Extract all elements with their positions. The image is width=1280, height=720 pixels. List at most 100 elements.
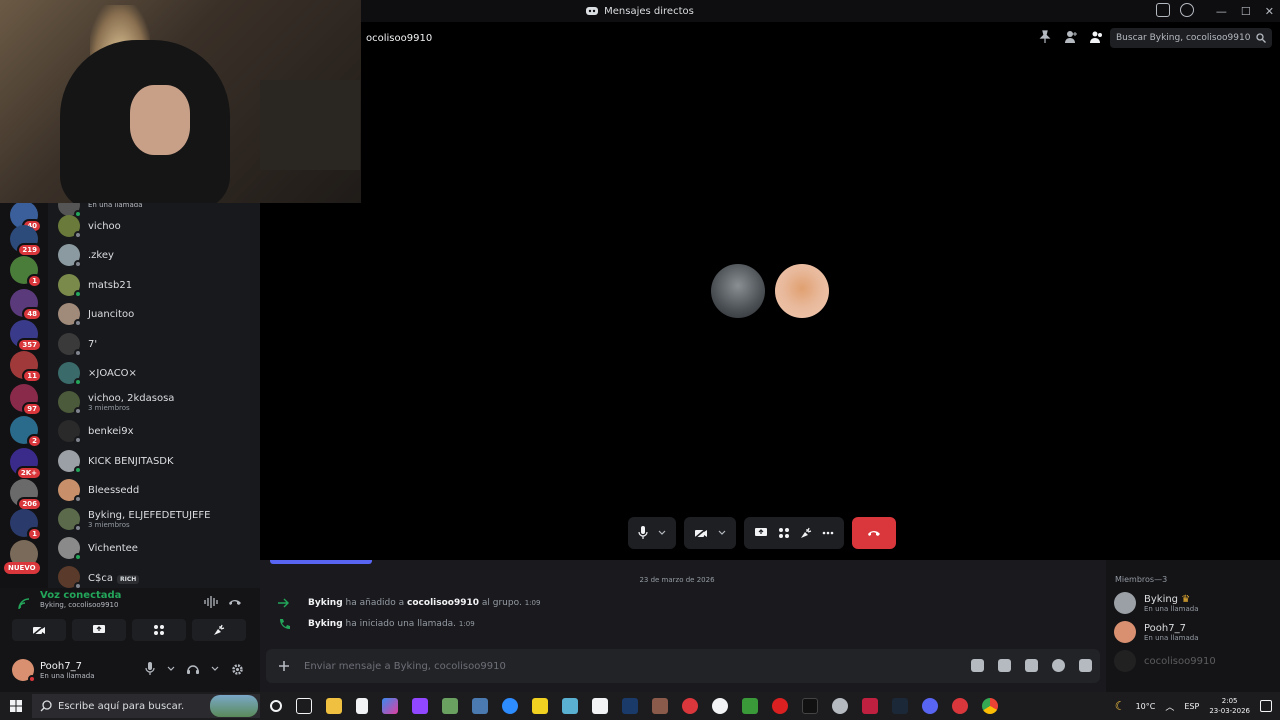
microphone-icon[interactable] (145, 662, 155, 676)
capcut-icon[interactable] (592, 698, 608, 714)
user-panel[interactable]: Pooh7_7 En una llamada (6, 654, 254, 686)
settings-gear-icon[interactable] (231, 663, 244, 676)
server-icon[interactable]: 97 (10, 384, 42, 416)
file-explorer-icon[interactable] (326, 698, 342, 714)
dm-item[interactable]: Bleessedd (52, 476, 252, 504)
app-icon[interactable] (472, 698, 488, 714)
sticky-notes-icon[interactable] (532, 698, 548, 714)
minimize-button[interactable]: — (1216, 5, 1227, 18)
camera-control[interactable] (684, 517, 736, 549)
app-icon[interactable] (622, 698, 638, 714)
activities-icon[interactable] (778, 527, 790, 539)
maximize-button[interactable]: ☐ (1241, 5, 1251, 18)
member-item[interactable]: cocolisoo9910 (1114, 650, 1216, 672)
screen-share-button[interactable] (72, 619, 126, 641)
help-icon[interactable] (1180, 3, 1194, 17)
disconnect-icon[interactable] (228, 597, 242, 607)
close-button[interactable]: ✕ (1265, 5, 1274, 18)
chrome-icon[interactable] (982, 698, 998, 714)
dm-item[interactable]: Juancitoo (52, 300, 252, 328)
zoom-icon[interactable] (502, 698, 518, 714)
dm-item[interactable]: C$ca RICH (52, 563, 252, 588)
minecraft-icon[interactable] (742, 698, 758, 714)
soundboard-button[interactable] (192, 619, 246, 641)
members-icon[interactable] (1090, 30, 1104, 44)
server-icon[interactable]: 219 (10, 225, 42, 257)
member-item[interactable]: Byking ♛ En una llamada (1114, 592, 1199, 614)
windows-start-icon[interactable] (10, 700, 22, 712)
message-actor[interactable]: Byking (308, 619, 343, 629)
server-icon[interactable]: 206 (10, 479, 42, 511)
participant-avatar-byking[interactable] (711, 264, 765, 318)
app-icon[interactable] (712, 698, 728, 714)
gif-icon[interactable] (998, 659, 1011, 672)
notifications-icon[interactable] (1260, 700, 1272, 712)
server-icon[interactable]: 2 (10, 416, 42, 448)
emoji-icon[interactable] (1052, 659, 1065, 672)
cortana-icon[interactable] (270, 700, 282, 712)
mic-control[interactable] (628, 517, 676, 549)
notepad-icon[interactable] (356, 698, 368, 714)
participant-avatar-pooh[interactable] (775, 264, 829, 318)
server-icon[interactable]: 357 (10, 320, 42, 352)
dm-item[interactable]: benkei9x (52, 417, 252, 445)
dm-item[interactable]: ×JOACO× (52, 359, 252, 387)
headphones-icon[interactable] (187, 663, 199, 675)
app-icon[interactable] (952, 698, 968, 714)
app-icon[interactable] (862, 698, 878, 714)
end-call-button[interactable] (852, 517, 896, 549)
message-input[interactable]: Enviar mensaje a Byking, cocolisoo9910 (304, 661, 506, 672)
taskbar-search[interactable]: Escribe aquí para buscar. (32, 694, 260, 718)
message-composer[interactable]: Enviar mensaje a Byking, cocolisoo9910 (266, 649, 1100, 683)
soundboard-icon[interactable] (800, 527, 812, 539)
dm-item[interactable]: matsb21 (52, 271, 252, 299)
dm-item[interactable]: vichoo (52, 212, 252, 240)
plus-icon[interactable] (278, 660, 290, 672)
gift-icon[interactable] (971, 659, 984, 672)
sticker-icon[interactable] (1025, 659, 1038, 672)
more-options-icon[interactable] (822, 531, 834, 535)
twitch-icon[interactable] (412, 698, 428, 714)
app-icon[interactable] (442, 698, 458, 714)
tiktok-icon[interactable] (802, 698, 818, 714)
app-icon[interactable] (652, 698, 668, 714)
app-icon[interactable] (682, 698, 698, 714)
search-input[interactable]: Buscar Byking, cocolisoo9910 (1110, 28, 1272, 48)
dm-item[interactable]: vichoo, 2kdasosa 3 miembros (52, 388, 252, 416)
dm-item[interactable]: KICK BENJITASDK (52, 447, 252, 475)
settings-gear-icon[interactable] (832, 698, 848, 714)
pin-icon[interactable] (1038, 30, 1052, 44)
add-friend-icon[interactable] (1064, 30, 1078, 44)
task-view-icon[interactable] (296, 698, 312, 714)
steam-icon[interactable] (892, 698, 908, 714)
server-icon[interactable]: 11 (10, 351, 42, 383)
dm-item[interactable]: Vichentee (52, 534, 252, 562)
inbox-icon[interactable] (1156, 3, 1170, 17)
screen-share-icon[interactable] (754, 527, 768, 539)
member-item[interactable]: Pooh7_7 En una llamada (1114, 621, 1199, 643)
dm-item[interactable]: .zkey (52, 241, 252, 269)
discord-icon[interactable] (922, 698, 938, 714)
app-icon[interactable] (562, 698, 578, 714)
opera-icon[interactable] (772, 698, 788, 714)
server-icon[interactable]: 2K+ (10, 448, 42, 480)
noise-suppression-icon[interactable] (204, 596, 218, 608)
camera-toggle-button[interactable] (12, 619, 66, 641)
copilot-icon[interactable] (382, 698, 398, 714)
server-icon[interactable]: 1 (10, 256, 42, 288)
lang-indicator[interactable]: ESP (1184, 702, 1199, 711)
dm-item[interactable]: 7' (52, 330, 252, 358)
activities-button[interactable] (132, 619, 186, 641)
message-target[interactable]: cocolisoo9910 (407, 598, 479, 608)
weather-temp[interactable]: 10°C (1136, 702, 1156, 711)
server-icon[interactable]: 1 (10, 509, 42, 541)
message-actor[interactable]: Byking (308, 598, 343, 608)
voice-connection[interactable]: Voz conectada Byking, cocolisoo9910 (16, 590, 121, 610)
chevron-up-icon[interactable]: ︿ (1165, 700, 1174, 713)
clock[interactable]: 2:05 23-03-2026 (1209, 696, 1250, 716)
apps-icon[interactable] (1079, 659, 1092, 672)
dm-item[interactable]: Byking, ELJEFEDETUJEFE 3 miembros (52, 505, 252, 533)
chevron-down-icon[interactable] (167, 666, 175, 672)
chevron-down-icon[interactable] (211, 666, 219, 672)
server-icon[interactable]: 48 (10, 289, 42, 321)
